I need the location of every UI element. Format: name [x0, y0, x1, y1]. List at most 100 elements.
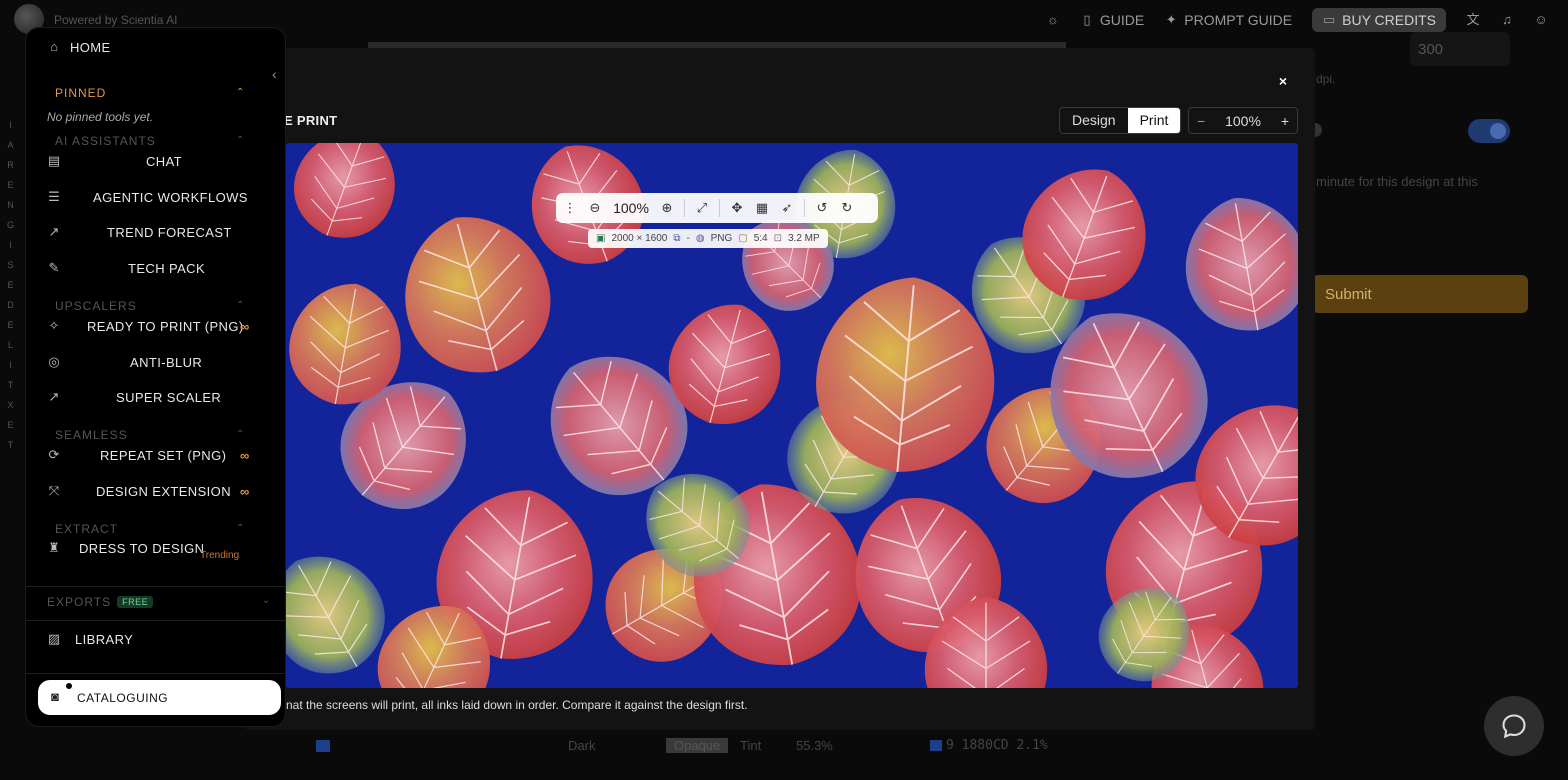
fit-expand-icon[interactable]: ⤢ — [694, 200, 710, 216]
buy-credits-label: BUY CREDITS — [1342, 12, 1436, 28]
zoom-out-button[interactable]: − — [1197, 113, 1205, 129]
app-root: 300 dpi. minute for this design at this … — [0, 0, 1568, 780]
vertical-letter: I — [9, 240, 13, 250]
section-pinned[interactable]: PINNED — [55, 86, 106, 100]
ink-dark-select[interactable]: Dark — [568, 738, 595, 753]
guide-link[interactable]: ▯ GUIDE — [1080, 12, 1144, 28]
powered-by: Powered by Scientia AI — [54, 13, 178, 27]
prompt-guide-link[interactable]: ✦ PROMPT GUIDE — [1164, 12, 1292, 28]
image-megapixels: 3.2 MP — [787, 233, 820, 244]
image-icon: ▨ — [47, 631, 61, 646]
ink-opaque[interactable]: Opaque — [666, 738, 729, 753]
sidebar-item-label: HOME — [70, 39, 111, 55]
print-preview-image[interactable] — [286, 143, 1298, 688]
vertical-letter: T — [7, 440, 15, 450]
notifications-button[interactable]: ♫ — [1500, 13, 1514, 27]
design-tab[interactable]: Design — [1060, 108, 1128, 133]
sidebar-item-label: CATALOGUING — [77, 691, 169, 705]
modal-title: E PRINT — [284, 113, 338, 128]
pan-move-icon[interactable]: ✥ — [729, 200, 745, 216]
ink-swatch — [316, 740, 330, 752]
divider — [26, 673, 285, 674]
estimate-text: minute for this design at this — [1316, 174, 1478, 189]
chat-bubble-icon — [1502, 714, 1526, 739]
section-extract[interactable]: EXTRACT — [55, 522, 118, 536]
vertical-letter: E — [7, 320, 15, 330]
rotate-left-icon[interactable]: ↺ — [814, 200, 830, 216]
chevron-up-icon[interactable]: ⌃ — [236, 523, 244, 534]
card-icon: ▭ — [1322, 12, 1336, 27]
vertical-letter: I — [9, 360, 13, 370]
print-tab[interactable]: Print — [1127, 108, 1181, 133]
zoom-in-icon[interactable]: ⊕ — [659, 200, 675, 216]
background-toggle[interactable] — [1468, 119, 1510, 143]
pointer-icon[interactable]: ➶ — [779, 200, 795, 216]
sidebar-item-label: DRESS TO DESIGN — [79, 540, 205, 556]
image-size-icon: ▣ — [596, 233, 606, 244]
vertical-letter: X — [7, 400, 15, 410]
submit-button[interactable]: Submit — [1312, 275, 1528, 313]
sparkle-icon: ✦ — [1165, 12, 1177, 27]
theme-toggle[interactable]: ☼ — [1046, 13, 1060, 27]
guide-label: GUIDE — [1099, 12, 1145, 28]
infinity-icon: ∞ — [240, 318, 250, 334]
grid-icon[interactable]: ▦ — [754, 200, 770, 216]
sidebar-item-label: CHAT — [146, 153, 183, 169]
chevron-up-icon[interactable]: ⌃ — [236, 300, 244, 311]
drag-handle-icon[interactable]: ⋮ — [562, 200, 578, 216]
shirt-icon: ♜ — [48, 540, 60, 555]
infinity-icon: ∞ — [240, 483, 250, 499]
close-button[interactable]: × — [1275, 73, 1291, 89]
rotate-right-icon[interactable]: ↻ — [839, 200, 855, 216]
toolbar-divider — [684, 199, 685, 217]
ink-code: 9 1880CD 2.1% — [946, 738, 1048, 753]
image-toolbar: ⋮ ⊖ 100% ⊕ ⤢ ✥ ▦ ➶ ↺ ↻ — [556, 193, 878, 223]
vertical-letter: T — [7, 380, 15, 390]
sidebar-item-label: REPEAT SET (PNG) — [100, 447, 227, 463]
image-info-bar: ▣ 2000 × 1600 ⧉ - ◍ PNG ▢ 5:4 ⊡ 3.2 MP — [588, 229, 828, 248]
section-ai-assistants[interactable]: AI ASSISTANTS — [55, 134, 156, 148]
prompt-guide-label: PROMPT GUIDE — [1184, 12, 1293, 28]
chevron-up-icon[interactable]: ⌃ — [236, 135, 244, 146]
dpi-hint: dpi. — [1316, 72, 1336, 86]
bell-icon: ♫ — [1502, 12, 1512, 27]
trending-badge: Trending — [200, 550, 240, 561]
sparkles-icon: ✧ — [48, 318, 60, 333]
user-icon: ☺ — [1534, 12, 1548, 27]
chevron-up-icon[interactable]: ⌃ — [236, 429, 244, 440]
refresh-icon: ⟳ — [48, 447, 60, 462]
megapixel-icon: ⊡ — [773, 233, 782, 244]
trend-up-icon: ↗ — [48, 224, 60, 239]
sun-icon: ☼ — [1046, 12, 1059, 27]
language-button[interactable]: 文 — [1466, 13, 1480, 27]
collapse-sidebar-icon[interactable]: ‹ — [272, 66, 284, 82]
vertical-letter: S — [7, 260, 15, 270]
active-dot — [66, 683, 72, 689]
section-seamless[interactable]: SEAMLESS — [55, 428, 128, 442]
vertical-letter: E — [7, 180, 15, 190]
section-exports[interactable]: EXPORTS FREE — [47, 595, 154, 609]
image-format: PNG — [710, 233, 733, 244]
translate-icon: 文 — [1466, 12, 1480, 27]
leaf-pattern-artwork — [286, 143, 1298, 688]
book-icon: ▯ — [1083, 12, 1091, 27]
account-button[interactable]: ☺ — [1534, 13, 1548, 27]
chat-bubble-button[interactable] — [1484, 696, 1544, 756]
ink-tint[interactable]: Tint — [740, 738, 761, 753]
zoom-out-icon[interactable]: ⊖ — [587, 200, 603, 216]
link-value: - — [686, 233, 690, 244]
ink-swatch-2 — [930, 740, 942, 751]
chevron-up-icon[interactable]: ⌃ — [236, 87, 244, 98]
chat-icon: ▤ — [47, 153, 61, 168]
sidebar-item-label: LIBRARY — [75, 631, 134, 647]
sidebar-item-cataloguing[interactable]: ◙ CATALOGUING — [38, 680, 281, 715]
sidebar — [25, 27, 286, 727]
chevron-down-icon[interactable]: ⌄ — [262, 595, 270, 606]
section-upscalers[interactable]: UPSCALERS — [55, 299, 137, 313]
vertical-letter: L — [7, 340, 14, 350]
zoom-value: 100% — [1225, 112, 1261, 129]
modal-caption: nat the screens will print, all inks lai… — [286, 698, 748, 712]
zoom-in-button[interactable]: + — [1281, 113, 1289, 129]
buy-credits-button[interactable]: ▭ BUY CREDITS — [1312, 8, 1446, 32]
toolbar-divider — [804, 199, 805, 217]
